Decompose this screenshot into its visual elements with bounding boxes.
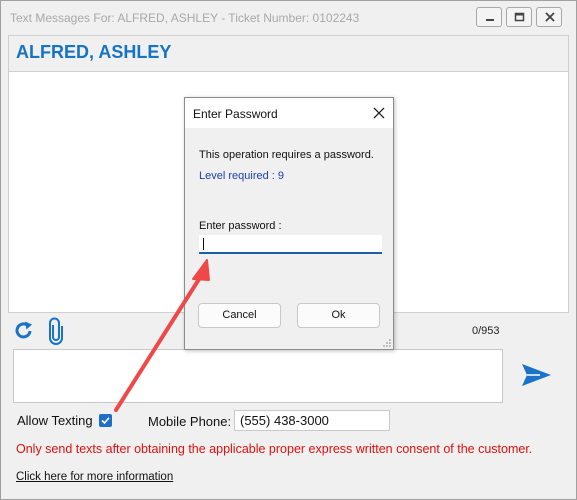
character-count: 0/953 <box>472 325 500 337</box>
customer-name: ALFRED, ASHLEY <box>16 42 172 62</box>
minimize-icon <box>486 19 494 21</box>
minimize-button[interactable] <box>476 7 502 27</box>
password-input[interactable] <box>199 235 382 254</box>
send-arrow-icon[interactable] <box>520 362 552 388</box>
more-information-link[interactable]: Click here for more information <box>16 471 173 483</box>
dialog-title-bar: Enter Password <box>185 98 393 128</box>
password-label: Enter password : <box>199 220 282 232</box>
window-title: Text Messages For: ALFRED, ASHLEY - Tick… <box>10 11 360 25</box>
consent-warning: Only send texts after obtaining the appl… <box>16 442 533 456</box>
cancel-button[interactable]: Cancel <box>198 303 281 328</box>
text-caret <box>203 238 204 250</box>
ok-button[interactable]: Ok <box>297 303 380 328</box>
customer-header: ALFRED, ASHLEY <box>8 35 569 71</box>
paperclip-icon[interactable] <box>48 317 64 345</box>
resize-grip-icon[interactable] <box>382 338 392 348</box>
dialog-close-icon[interactable] <box>372 106 386 120</box>
dialog-message: This operation requires a password. <box>199 149 374 161</box>
mobile-phone-label: Mobile Phone: <box>148 414 232 429</box>
close-button[interactable] <box>536 7 562 27</box>
checkmark-icon <box>101 417 110 425</box>
dialog-title: Enter Password <box>193 107 278 121</box>
allow-texting-checkbox[interactable] <box>99 414 112 427</box>
enter-password-dialog: Enter Password This operation requires a… <box>184 97 394 350</box>
close-icon <box>545 12 555 22</box>
maximize-icon <box>514 12 525 22</box>
maximize-button[interactable] <box>506 7 532 27</box>
mobile-phone-input[interactable]: (555) 438-3000 <box>234 410 390 431</box>
refresh-icon[interactable] <box>13 320 35 342</box>
level-required: Level required : 9 <box>199 170 284 182</box>
message-compose-input[interactable] <box>13 349 503 403</box>
title-bar: Text Messages For: ALFRED, ASHLEY - Tick… <box>1 1 576 35</box>
allow-texting-label: Allow Texting <box>17 413 93 428</box>
